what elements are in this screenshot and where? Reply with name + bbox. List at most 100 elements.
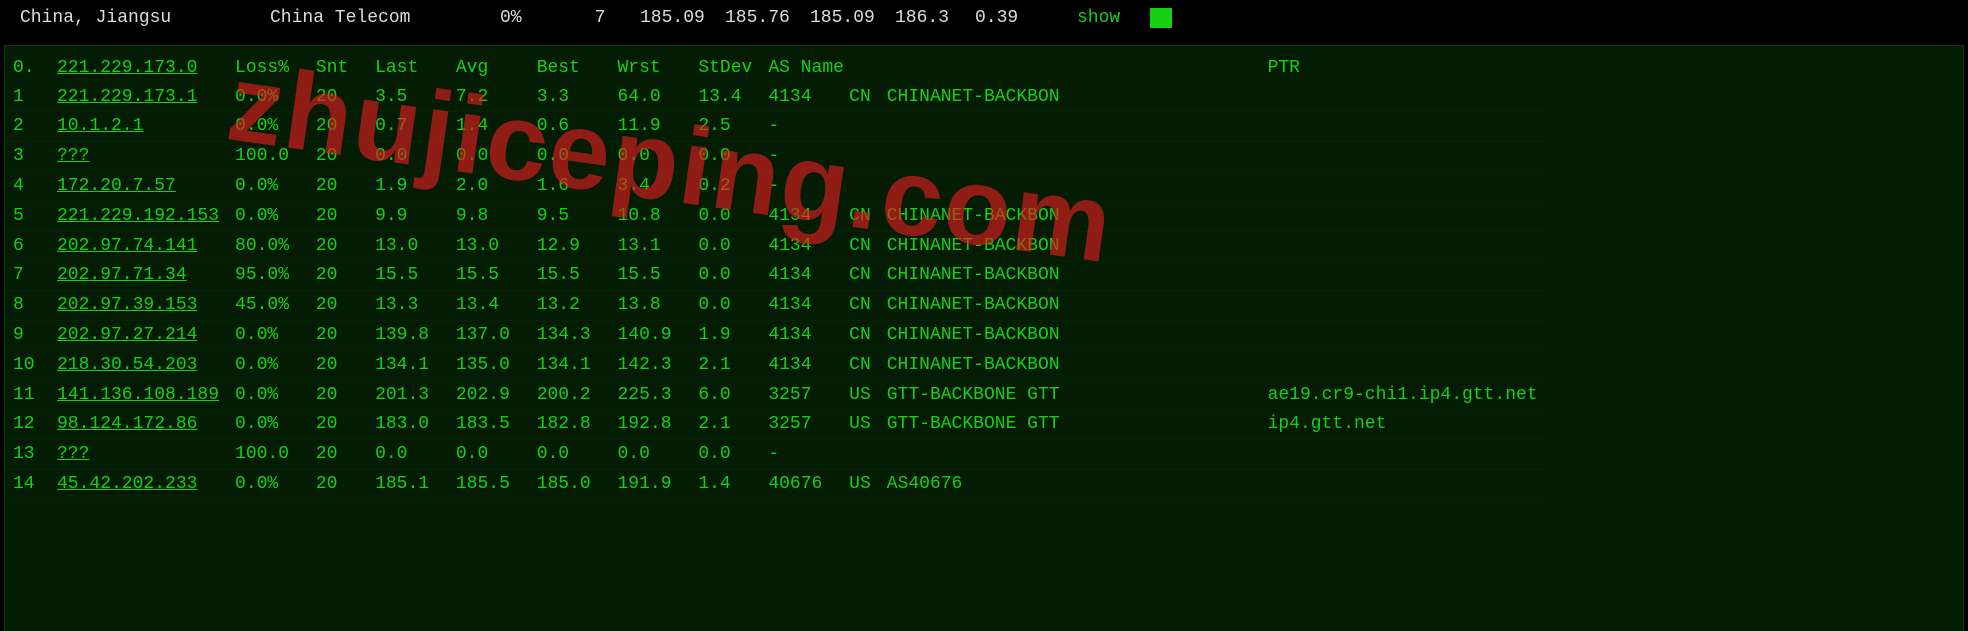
hop-as: 4134 [760, 350, 841, 380]
col-index: 0. [5, 54, 49, 83]
hop-host-link[interactable]: 172.20.7.57 [57, 176, 176, 196]
hop-stdev: 1.9 [690, 320, 760, 350]
hop-snt: 20 [308, 83, 367, 112]
hop-stdev: 2.1 [690, 350, 760, 380]
hop-host-link[interactable]: 221.229.173.1 [57, 87, 197, 107]
hop-best: 3.3 [529, 83, 610, 112]
hop-host-link[interactable]: ??? [57, 146, 89, 166]
hop-host-link[interactable]: 202.97.39.153 [57, 295, 197, 315]
hop-host: 141.136.108.189 [49, 380, 227, 410]
hop-cc: CN [841, 231, 879, 261]
hop-stdev: 0.0 [690, 261, 760, 291]
hop-host-link[interactable]: 202.97.74.141 [57, 236, 197, 256]
hop-cc: CN [841, 83, 879, 112]
hop-index: 9 [5, 320, 49, 350]
summary-v5: 0.39 [975, 4, 1035, 33]
hop-index: 6 [5, 231, 49, 261]
hop-stdev: 2.5 [690, 112, 760, 142]
hop-last: 185.1 [367, 469, 448, 499]
hop-index: 5 [5, 201, 49, 231]
hop-stdev: 6.0 [690, 380, 760, 410]
hop-host: 98.124.172.86 [49, 410, 227, 440]
hop-ptr [1068, 171, 1546, 201]
hop-as: 4134 [760, 291, 841, 321]
hop-index: 12 [5, 410, 49, 440]
hop-as: 3257 [760, 380, 841, 410]
hop-ptr [1068, 320, 1546, 350]
hop-index: 11 [5, 380, 49, 410]
hop-host-link[interactable]: 218.30.54.203 [57, 355, 197, 375]
table-row: 9202.97.27.2140.0% 20 139.8 137.0 134.3 … [5, 320, 1546, 350]
hop-stdev: 13.4 [690, 83, 760, 112]
trace-panel: 0. 221.229.173.0 Loss% Snt Last Avg Best… [4, 45, 1964, 631]
hop-index: 1 [5, 83, 49, 112]
hop-snt: 20 [308, 380, 367, 410]
table-row: 4172.20.7.570.0% 20 1.9 2.0 1.6 3.4 0.2 … [5, 171, 1546, 201]
hop-best: 15.5 [529, 261, 610, 291]
summary-v1: 185.09 [640, 4, 725, 33]
hop-host-link[interactable]: 221.229.192.153 [57, 206, 219, 226]
hop-loss: 95.0% [227, 261, 308, 291]
hop-host-link[interactable]: 98.124.172.86 [57, 414, 197, 434]
hop-stdev: 0.0 [690, 201, 760, 231]
col-snt: Snt [308, 54, 367, 83]
hop-loss: 100.0 [227, 142, 308, 172]
table-row: 210.1.2.10.0% 20 0.7 1.4 0.6 11.9 2.5 - [5, 112, 1546, 142]
hop-cc [841, 171, 879, 201]
col-host: 221.229.173.0 [49, 54, 227, 83]
hop-asname: CHINANET-BACKBON [879, 201, 1068, 231]
hop-ptr [1068, 291, 1546, 321]
hop-cc: CN [841, 350, 879, 380]
hop-host-link[interactable]: 45.42.202.233 [57, 474, 197, 494]
hop-best: 13.2 [529, 291, 610, 321]
hop-asname [879, 171, 1068, 201]
hop-host-link[interactable]: 10.1.2.1 [57, 116, 143, 136]
hop-as: 4134 [760, 231, 841, 261]
header-host-link[interactable]: 221.229.173.0 [57, 58, 197, 78]
hop-stdev: 2.1 [690, 410, 760, 440]
col-last: Last [367, 54, 448, 83]
hop-as: 4134 [760, 320, 841, 350]
hop-host-link[interactable]: ??? [57, 444, 89, 464]
hop-loss: 0.0% [227, 83, 308, 112]
col-avg: Avg [448, 54, 529, 83]
table-row: 1221.229.173.10.0% 20 3.5 7.2 3.3 64.0 1… [5, 83, 1546, 112]
hop-snt: 20 [308, 350, 367, 380]
hop-host-link[interactable]: 202.97.27.214 [57, 325, 197, 345]
hop-ptr [1068, 201, 1546, 231]
hop-host: 10.1.2.1 [49, 112, 227, 142]
hop-avg: 0.0 [448, 142, 529, 172]
hop-last: 13.0 [367, 231, 448, 261]
hop-snt: 20 [308, 231, 367, 261]
table-row: 8202.97.39.15345.0% 20 13.3 13.4 13.2 13… [5, 291, 1546, 321]
col-best: Best [529, 54, 610, 83]
hop-wrst: 64.0 [610, 83, 691, 112]
hop-best: 185.0 [529, 469, 610, 499]
hop-avg: 13.4 [448, 291, 529, 321]
hop-index: 10 [5, 350, 49, 380]
table-row: 1298.124.172.860.0% 20 183.0 183.5 182.8… [5, 410, 1546, 440]
hop-ptr [1068, 261, 1546, 291]
hop-loss: 0.0% [227, 380, 308, 410]
hop-avg: 137.0 [448, 320, 529, 350]
hop-best: 1.6 [529, 171, 610, 201]
show-toggle[interactable]: show [1077, 4, 1120, 33]
col-stdev: StDev [690, 54, 760, 83]
hop-as: - [760, 112, 841, 142]
hop-ptr [1068, 142, 1546, 172]
hop-asname: CHINANET-BACKBON [879, 231, 1068, 261]
hop-best: 9.5 [529, 201, 610, 231]
hop-snt: 20 [308, 469, 367, 499]
table-row: 1445.42.202.2330.0% 20 185.1 185.5 185.0… [5, 469, 1546, 499]
summary-snt: 7 [560, 4, 640, 33]
terminal-window: China, Jiangsu China Telecom 0% 7 185.09… [0, 0, 1968, 631]
hop-host: 218.30.54.203 [49, 350, 227, 380]
hop-asname: AS40676 [879, 469, 1068, 499]
hop-host: ??? [49, 440, 227, 470]
hop-ptr [1068, 350, 1546, 380]
hop-asname [879, 142, 1068, 172]
hop-snt: 20 [308, 171, 367, 201]
hop-host-link[interactable]: 141.136.108.189 [57, 385, 219, 405]
hop-host-link[interactable]: 202.97.71.34 [57, 265, 187, 285]
hop-as: 4134 [760, 83, 841, 112]
